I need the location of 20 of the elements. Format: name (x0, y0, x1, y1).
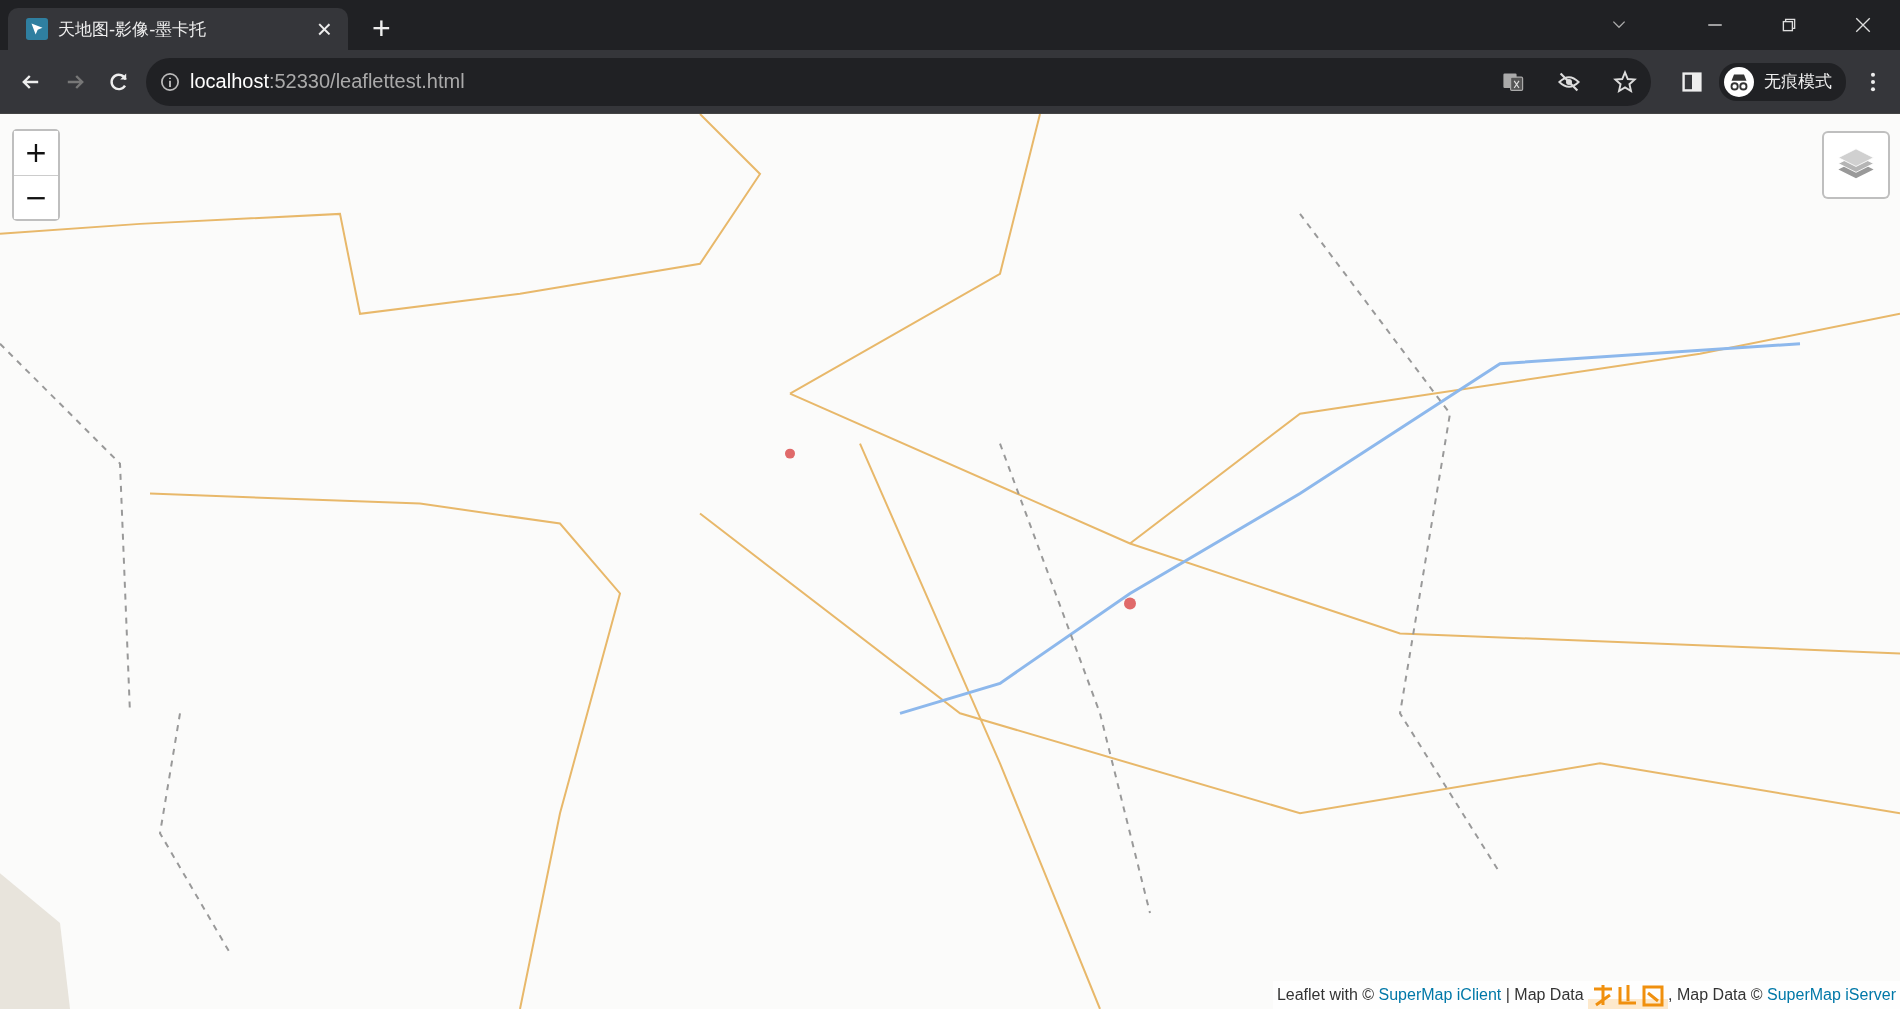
address-bar[interactable]: localhost:52330/leaflettest.html (146, 57, 1651, 106)
star-icon[interactable] (1613, 69, 1637, 94)
layers-button[interactable] (1822, 131, 1890, 199)
attribution-link[interactable]: SuperMap iServer (1767, 986, 1896, 1003)
zoom-out-button[interactable]: − (14, 175, 58, 219)
tab-title: 天地图-影像-墨卡托 (58, 17, 208, 41)
attribution-text: , Map Data © (1668, 986, 1764, 1003)
url-text: localhost:52330/leaflettest.html (190, 70, 465, 93)
browser-tab[interactable]: 天地图-影像-墨卡托 × (8, 8, 348, 50)
close-tab-button[interactable]: × (312, 16, 336, 42)
attribution-text: | Map Data (1504, 986, 1585, 1003)
info-icon (160, 71, 180, 92)
incognito-icon (1724, 66, 1754, 97)
attribution-link[interactable]: SuperMap iClient (1378, 986, 1502, 1003)
profile-label: 无痕模式 (1764, 70, 1832, 93)
restore-icon[interactable] (1780, 16, 1798, 34)
attribution-text: Leaflet with © (1276, 986, 1376, 1003)
new-tab-button[interactable]: + (366, 8, 397, 48)
incognito-button[interactable]: 无痕模式 (1719, 62, 1846, 101)
close-icon[interactable] (1854, 16, 1872, 34)
